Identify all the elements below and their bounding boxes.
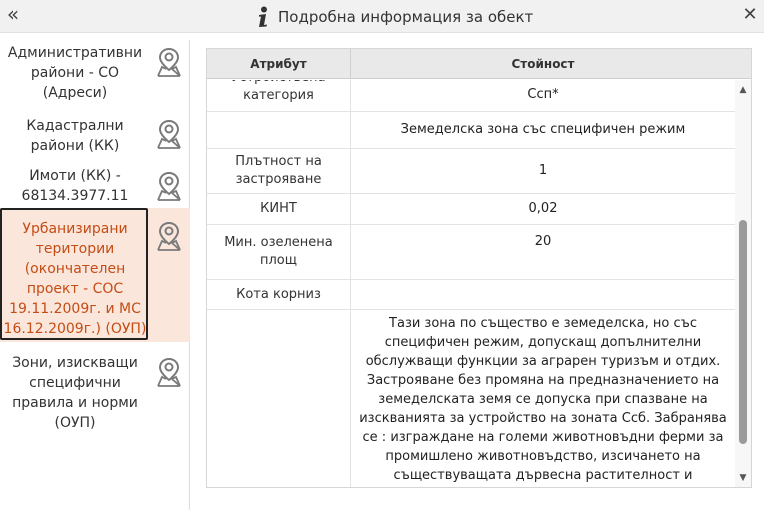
map-marker-icon[interactable]: [156, 220, 182, 252]
attribute-cell: Кота корниз: [207, 280, 351, 309]
info-icon: [259, 6, 267, 27]
map-marker-icon[interactable]: [156, 170, 182, 202]
value-cell: 1: [538, 163, 548, 178]
layer-item-label: Зони, изискващи специфични правила и нор…: [12, 355, 138, 431]
value-cell: 0,02: [528, 201, 558, 216]
attribute-cell: [207, 310, 351, 487]
scroll-down-arrow-icon[interactable]: ▼: [735, 472, 751, 484]
map-marker-icon[interactable]: [156, 118, 182, 150]
layer-item-urbanized-territories[interactable]: Урбанизирани територии (окончателен прое…: [0, 208, 190, 342]
layer-item-label: Административни райони - СО (Адреси): [7, 45, 143, 101]
layer-list: Административни райони - СО (Адреси) Кад…: [0, 40, 190, 510]
layer-item-administrative-districts[interactable]: Административни райони - СО (Адреси): [0, 40, 190, 110]
table-row: Кота корниз: [207, 280, 735, 310]
table-row: КИНТ 0,02: [207, 194, 735, 225]
value-cell: 20: [534, 234, 552, 249]
value-cell: Ссп*: [527, 87, 559, 102]
layer-item-label: Кадастрални райони (КК): [26, 118, 124, 154]
attribute-cell: Мин. озеленена площ: [207, 225, 351, 279]
panel-title-group: Подробна информация за обект: [256, 4, 533, 30]
layer-item-special-rule-zones[interactable]: Зони, изискващи специфични правила и нор…: [0, 348, 190, 438]
map-marker-icon[interactable]: [156, 356, 182, 388]
collapse-panel-button[interactable]: «: [2, 2, 24, 28]
table-row: Устройствена категория Ссп*: [207, 80, 735, 112]
attribute-cell: Плътност на застрояване: [207, 149, 351, 193]
table-row: Мин. озеленена площ 20: [207, 225, 735, 280]
scroll-up-arrow-icon[interactable]: ▲: [735, 84, 751, 96]
table-row: Земеделска зона със специфичен режим: [207, 112, 735, 149]
attribute-cell: КИНТ: [207, 194, 351, 224]
table-body[interactable]: Устройствена категория Ссп* Земеделска з…: [207, 80, 735, 487]
scroll-thumb[interactable]: [739, 220, 747, 444]
value-cell: Тази зона по същество е земеделска, но с…: [359, 316, 727, 483]
value-cell: [351, 280, 735, 309]
value-cell: Земеделска зона със специфичен режим: [400, 122, 686, 137]
table-header: Атрибут Стойност: [207, 49, 751, 79]
layer-item-cadastral-districts[interactable]: Кадастрални райони (КК): [0, 112, 190, 158]
table-row: Плътност на застрояване 1: [207, 149, 735, 194]
map-marker-icon[interactable]: [156, 46, 182, 78]
panel-header: « Подробна информация за обект ✕: [0, 0, 764, 33]
column-header-attribute: Атрибут: [207, 49, 351, 79]
close-button[interactable]: ✕: [740, 2, 760, 28]
layer-item-label: Имоти (КК) - 68134.3977.11: [21, 168, 129, 204]
vertical-scrollbar[interactable]: ▲ ▼: [735, 80, 751, 487]
layer-item-label: Урбанизирани територии (окончателен прое…: [3, 221, 147, 337]
panel-title: Подробна информация за обект: [278, 8, 534, 26]
column-header-value: Стойност: [511, 57, 575, 71]
attribute-cell: Устройствена категория: [207, 80, 351, 111]
table-row: Тази зона по същество е земеделска, но с…: [207, 310, 735, 487]
attribute-cell: [207, 112, 351, 148]
layer-item-properties[interactable]: Имоти (КК) - 68134.3977.11: [0, 160, 190, 208]
attribute-table: Атрибут Стойност Устройствена категория …: [206, 48, 752, 488]
